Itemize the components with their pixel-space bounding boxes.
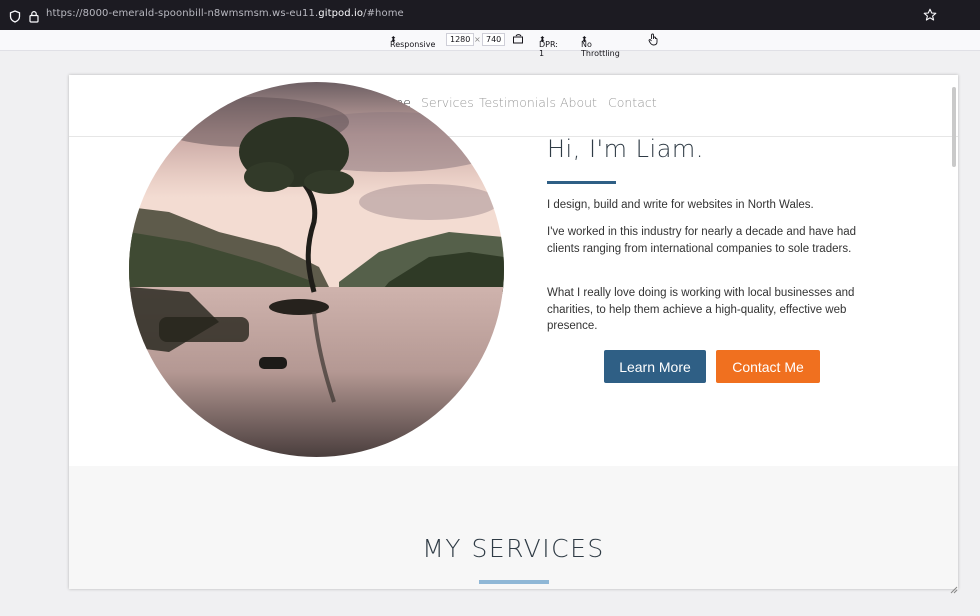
- height-input[interactable]: 740: [482, 33, 506, 46]
- lock-icon[interactable]: [29, 8, 39, 27]
- url-suffix: /#home: [363, 8, 404, 19]
- hero-paragraph-1: I design, build and write for websites i…: [547, 199, 814, 211]
- width-input[interactable]: 1280: [446, 33, 475, 46]
- learn-more-button[interactable]: Learn More: [604, 350, 706, 383]
- dpr-select[interactable]: DPR: 1 ⬍: [539, 35, 558, 58]
- rotate-icon[interactable]: [512, 33, 524, 47]
- services-underline: [479, 580, 549, 584]
- responsive-toolbar: Responsive ⬍ 1280 × 740 DPR: 1 ⬍ No Thro…: [0, 30, 980, 58]
- contact-me-button[interactable]: Contact Me: [716, 350, 820, 383]
- dimension-separator: ×: [474, 35, 481, 44]
- url-prefix: https://8000-emerald-spoonbill-n8wmsmsm.…: [46, 8, 319, 19]
- throttling-select[interactable]: No Throttling ⬍: [581, 35, 620, 58]
- hero-paragraph-2: I've worked in this industry for nearly …: [547, 226, 857, 255]
- nav-services[interactable]: Services: [421, 95, 474, 110]
- services-section: MY SERVICES: [69, 466, 958, 589]
- device-select[interactable]: Responsive ⬍: [390, 35, 435, 49]
- bookmark-star-icon[interactable]: [923, 7, 937, 26]
- throttling-label: No Throttling: [581, 40, 620, 58]
- nav-about[interactable]: About: [560, 95, 597, 110]
- dpr-label: DPR: 1: [539, 40, 558, 58]
- nav-contact[interactable]: Contact: [608, 95, 657, 110]
- hero-paragraph-3: What I really love doing is working with…: [547, 287, 855, 332]
- device-select-label: Responsive: [390, 40, 436, 49]
- page-scrollbar[interactable]: [952, 87, 956, 167]
- resize-handle-icon[interactable]: [950, 579, 958, 598]
- touch-simulation-icon[interactable]: [648, 33, 658, 48]
- shield-icon[interactable]: [9, 8, 21, 27]
- url-domain: gitpod.io: [318, 8, 364, 19]
- hero-photo: [129, 82, 504, 457]
- services-heading: MY SERVICES: [422, 534, 605, 563]
- browser-url-bar: https://8000-emerald-spoonbill-n8wmsmsm.…: [0, 0, 980, 30]
- greeting-underline: [547, 181, 616, 184]
- url-field[interactable]: https://8000-emerald-spoonbill-n8wmsmsm.…: [46, 8, 404, 19]
- page-viewport: Home Services Testimonials About Contact: [69, 75, 958, 589]
- hero-greeting: Hi, I'm Liam.: [547, 135, 704, 163]
- nav-testimonials[interactable]: Testimonials: [479, 95, 556, 110]
